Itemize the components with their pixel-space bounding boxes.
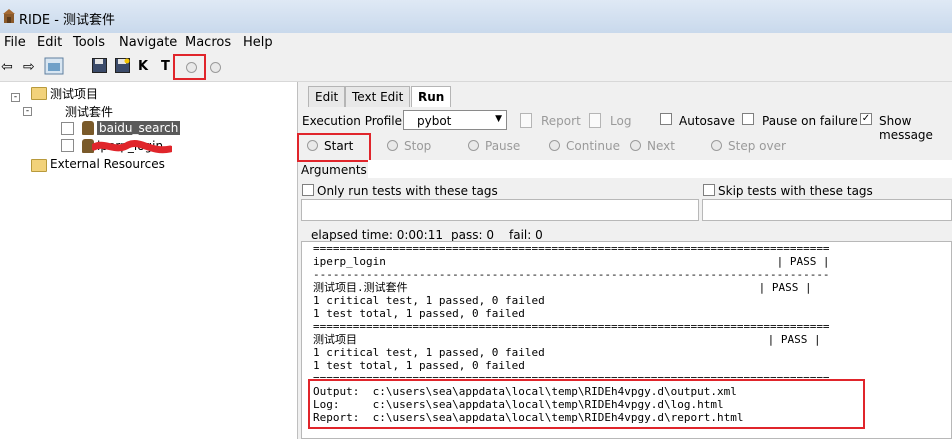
autosave-checkbox[interactable] xyxy=(660,113,672,125)
next-button[interactable]: Next xyxy=(647,139,675,153)
include-tags-input[interactable] xyxy=(301,199,699,221)
tab-text-edit[interactable]: Text Edit xyxy=(345,86,411,107)
skip-tags-label: Skip tests with these tags xyxy=(718,184,873,198)
keyword-search-icon[interactable]: K xyxy=(138,57,148,77)
log-button[interactable]: Log xyxy=(610,114,631,128)
report-button[interactable]: Report xyxy=(541,114,581,128)
stop-icon[interactable] xyxy=(210,62,221,73)
output-line: ========================================… xyxy=(313,320,830,333)
tree-project[interactable]: 测试项目 xyxy=(50,85,98,102)
show-message-label: Show message xyxy=(879,114,933,142)
pause-on-failure-checkbox[interactable] xyxy=(742,113,754,125)
folder-icon xyxy=(31,87,47,100)
menu-tools[interactable]: Tools xyxy=(73,35,105,50)
arguments-label: Arguments: xyxy=(301,163,371,177)
run-play-icon[interactable] xyxy=(186,62,197,73)
fail-count: fail: 0 xyxy=(509,228,543,242)
arguments-input[interactable] xyxy=(368,160,952,178)
menu-edit[interactable]: Edit xyxy=(37,35,62,50)
menu-file[interactable]: File xyxy=(4,35,26,50)
tree-suite[interactable]: 测试套件 xyxy=(65,103,113,120)
only-run-tags-label: Only run tests with these tags xyxy=(317,184,498,198)
autosave-label: Autosave xyxy=(679,114,735,128)
window-title: RIDE - 测试套件 xyxy=(19,13,116,28)
test-search-icon[interactable]: T xyxy=(161,57,170,77)
output-line: 1 test total, 1 passed, 0 failed xyxy=(313,359,525,372)
skip-tags-checkbox[interactable] xyxy=(703,184,715,196)
ride-app-icon xyxy=(3,9,15,23)
tab-edit[interactable]: Edit xyxy=(308,86,346,107)
title-bar: RIDE - 测试套件 xyxy=(0,0,952,34)
output-line: iperp_login | PASS | xyxy=(313,255,830,268)
menu-help[interactable]: Help xyxy=(243,35,273,50)
pause-on-failure-label: Pause on failure xyxy=(762,114,858,128)
output-line: 测试项目 | PASS | xyxy=(313,333,821,346)
output-line: ========================================… xyxy=(313,242,830,255)
show-message-checkbox[interactable]: ✓ xyxy=(860,113,872,125)
start-button[interactable]: Start xyxy=(324,139,353,153)
forward-arrow-icon[interactable]: ⇨ xyxy=(23,57,35,77)
output-line: 1 test total, 1 passed, 0 failed xyxy=(313,307,525,320)
pause-icon xyxy=(468,140,479,151)
test-checkbox[interactable] xyxy=(61,122,74,135)
menu-bar: File Edit Tools Navigate Macros Help xyxy=(0,33,952,53)
save-icon[interactable] xyxy=(92,58,107,73)
red-scribble-redaction xyxy=(92,140,172,154)
continue-icon xyxy=(549,140,560,151)
exclude-tags-input[interactable] xyxy=(702,199,952,221)
project-tree: - 测试项目 - 测试套件 baidu_search iperp_login E… xyxy=(0,82,298,439)
pause-button[interactable]: Pause xyxy=(485,139,520,153)
elapsed-time: elapsed time: 0:00:11 xyxy=(311,228,443,242)
tree-test-baidu-search[interactable]: baidu_search xyxy=(97,121,181,135)
output-line: 1 critical test, 1 passed, 0 failed xyxy=(313,346,545,359)
toolbar: ⇦ ⇨ K T xyxy=(0,53,952,82)
step-over-button[interactable]: Step over xyxy=(728,139,786,153)
report-icon xyxy=(520,113,532,128)
tree-external-resources[interactable]: External Resources xyxy=(50,157,165,171)
menu-navigate[interactable]: Navigate xyxy=(119,35,177,50)
tab-run[interactable]: Run xyxy=(411,86,452,107)
output-line: ----------------------------------------… xyxy=(313,268,830,281)
step-over-icon xyxy=(711,140,722,151)
only-run-tags-checkbox[interactable] xyxy=(302,184,314,196)
pass-count: pass: 0 xyxy=(451,228,494,242)
execution-profile-select[interactable]: pybot ▼ xyxy=(403,110,507,130)
continue-button[interactable]: Continue xyxy=(566,139,620,153)
menu-macros[interactable]: Macros xyxy=(185,35,231,50)
profile-value: pybot xyxy=(417,114,452,128)
external-resources-icon xyxy=(31,159,47,172)
collapse-toggle-icon[interactable]: - xyxy=(11,93,20,102)
dropdown-arrow-icon: ▼ xyxy=(495,114,502,124)
collapse-toggle-icon[interactable]: - xyxy=(23,107,32,116)
back-arrow-icon[interactable]: ⇦ xyxy=(1,57,13,77)
output-paths-highlight-box xyxy=(308,379,865,429)
save-all-icon[interactable] xyxy=(115,58,130,73)
log-icon xyxy=(589,113,601,128)
start-icon xyxy=(307,140,318,151)
output-line: 1 critical test, 1 passed, 0 failed xyxy=(313,294,545,307)
next-icon xyxy=(630,140,641,151)
stop-button[interactable]: Stop xyxy=(404,139,431,153)
execution-profile-label: Execution Profile: xyxy=(302,114,407,128)
open-folder-icon[interactable] xyxy=(44,57,64,75)
stop-icon xyxy=(387,140,398,151)
test-robot-icon xyxy=(82,121,94,135)
output-line: 测试项目.测试套件 | PASS | xyxy=(313,281,812,294)
test-checkbox[interactable] xyxy=(61,139,74,152)
